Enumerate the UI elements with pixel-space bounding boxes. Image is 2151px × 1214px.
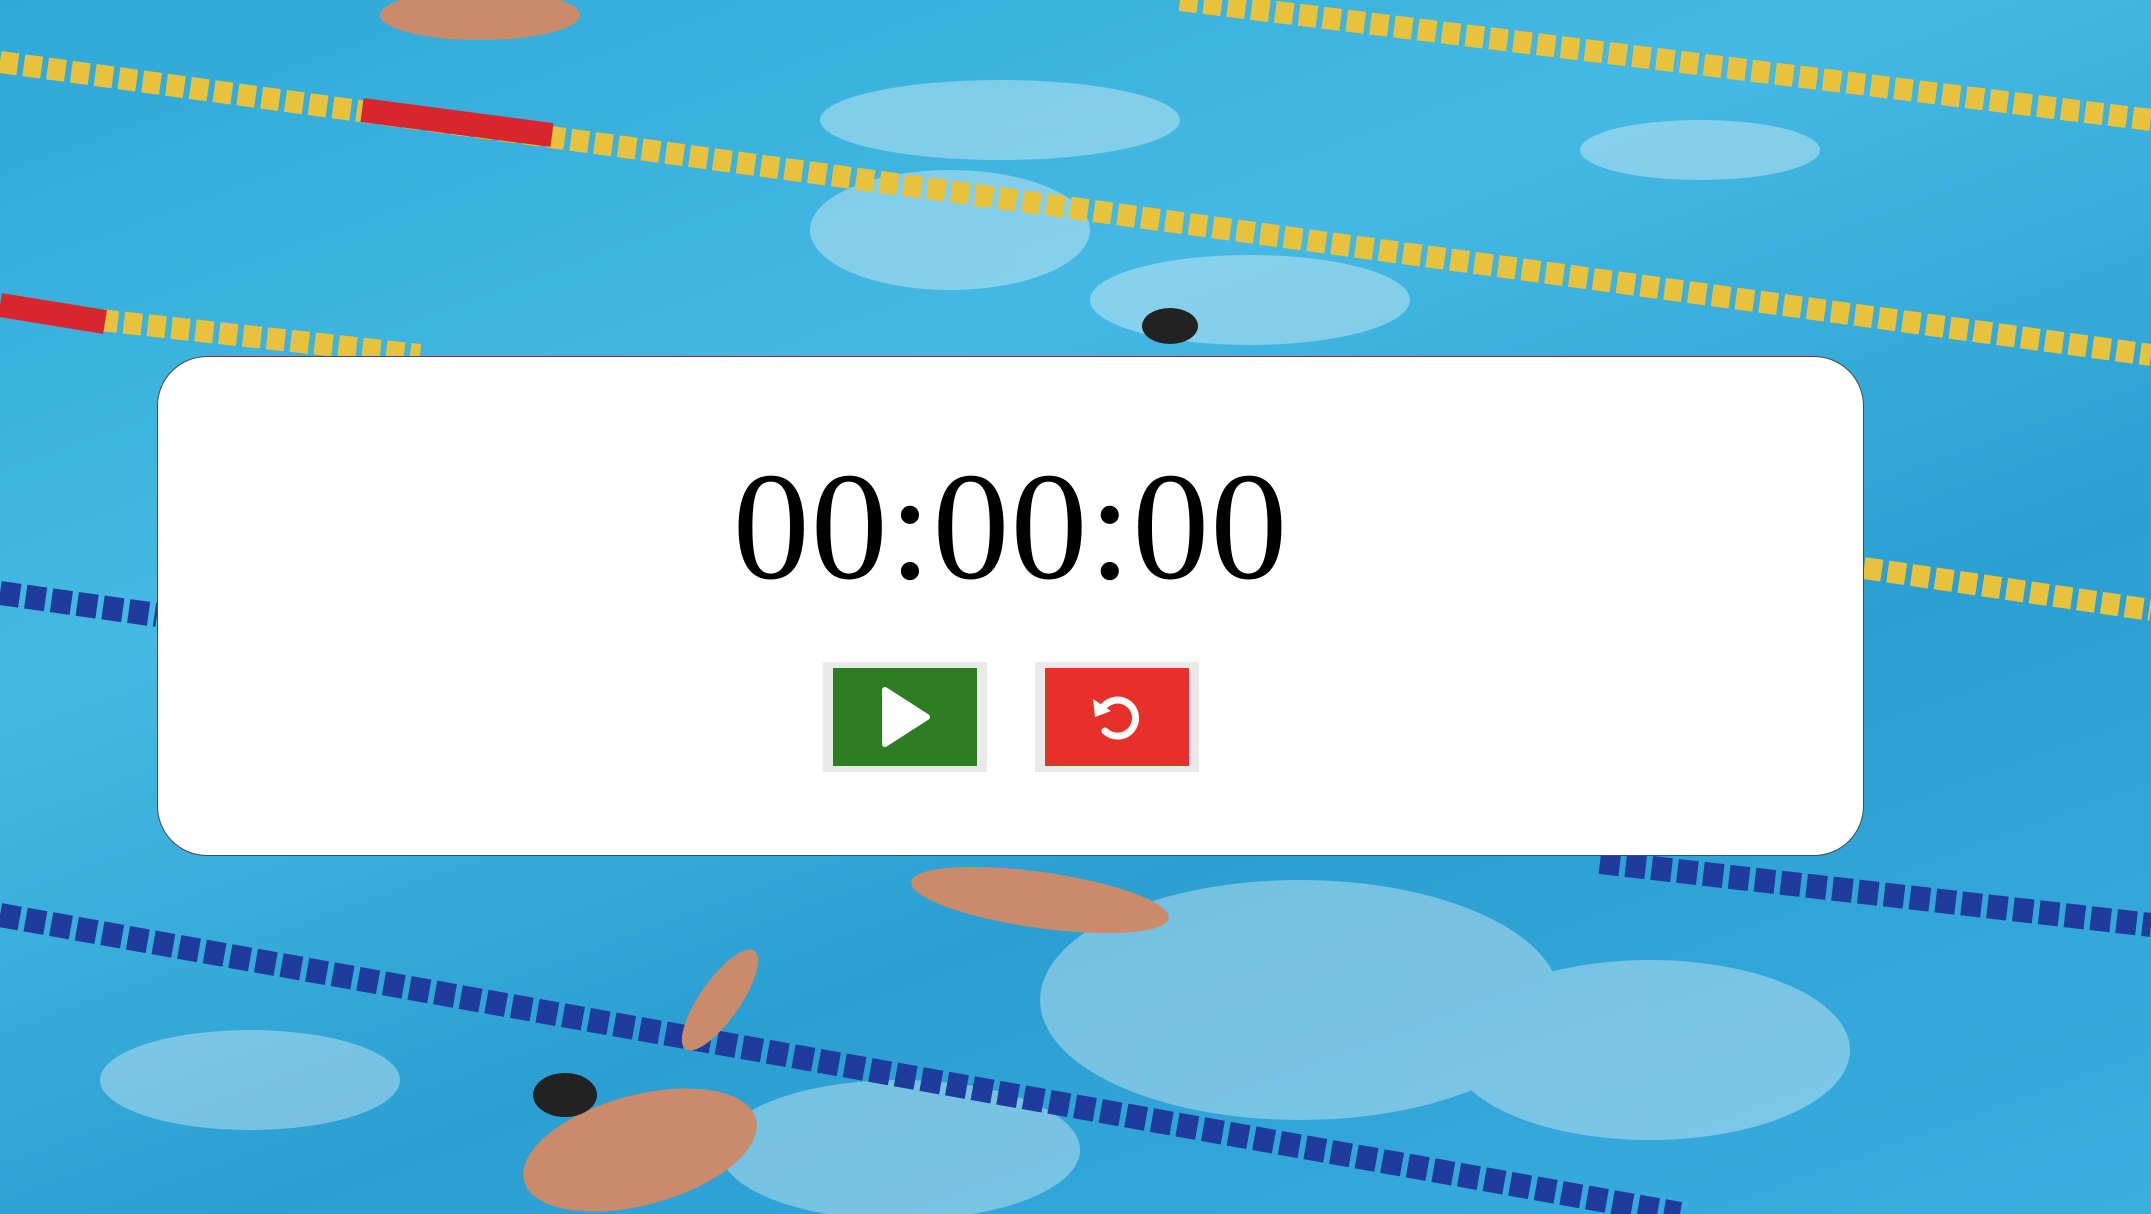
play-icon	[882, 687, 930, 747]
time-display: 00:00:00	[732, 442, 1289, 612]
play-button-face[interactable]	[833, 668, 977, 766]
reset-button-face[interactable]	[1045, 668, 1189, 766]
play-button[interactable]	[823, 662, 987, 772]
reset-icon	[1093, 696, 1140, 740]
stopwatch-card: 00:00:00	[157, 356, 1864, 856]
reset-button[interactable]	[1035, 662, 1199, 772]
